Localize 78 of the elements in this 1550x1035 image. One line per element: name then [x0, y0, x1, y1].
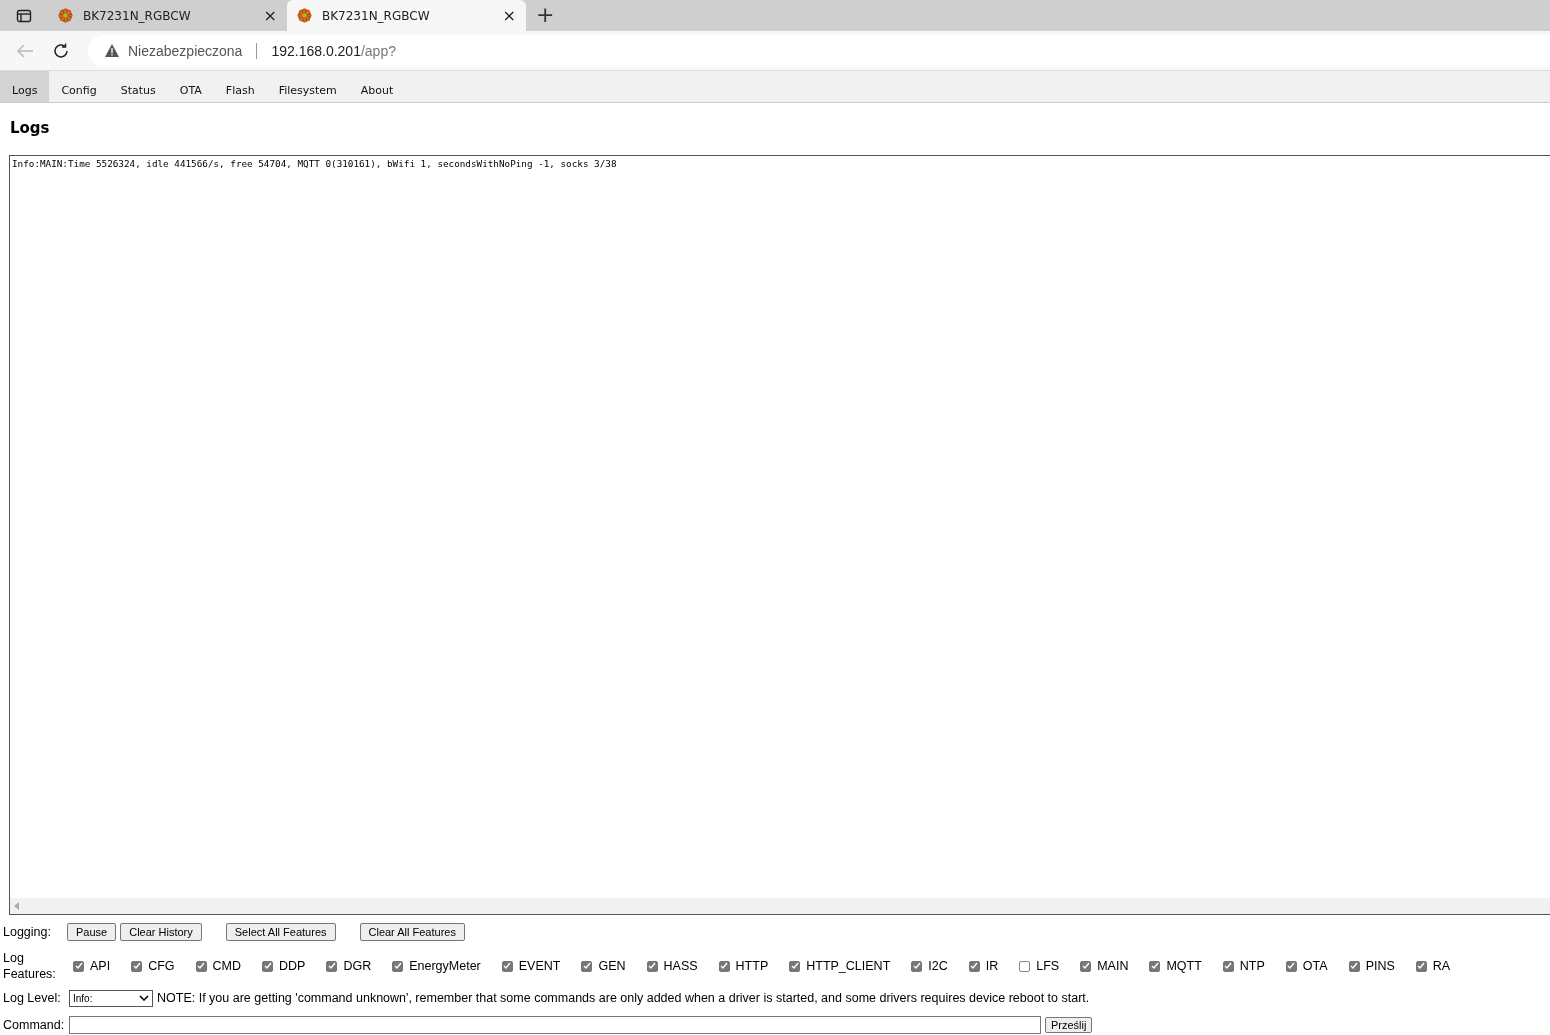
browser-tab[interactable]: BK7231N_RGBCW ×: [287, 0, 526, 31]
checkbox[interactable]: [326, 960, 338, 972]
checkbox[interactable]: [1019, 960, 1031, 972]
new-tab-button[interactable]: +: [526, 0, 565, 31]
tab-title: BK7231N_RGBCW: [322, 8, 431, 23]
address-bar[interactable]: Niezabezpieczona 192.168.0.201/app?: [88, 34, 1550, 67]
note-text: NOTE: If you are getting 'command unknown', remember that some commands are only added when a driver is started, and some drivers requires device reboot to start.: [157, 991, 1090, 1005]
feature-checkbox[interactable]: CMD: [195, 959, 241, 973]
feature-checkbox[interactable]: CFG: [131, 959, 175, 973]
flower-icon: [58, 8, 73, 23]
close-button[interactable]: ×: [263, 6, 277, 25]
security-label: Niezabezpieczona: [128, 42, 243, 59]
warning-icon: [104, 43, 120, 58]
app-tab[interactable]: Config: [49, 71, 109, 102]
submit-button[interactable]: Prześlij: [1045, 1017, 1093, 1033]
command-label: Command:: [3, 1018, 66, 1032]
logging-label: Logging:: [3, 925, 52, 939]
checkbox[interactable]: [968, 960, 980, 972]
checkbox[interactable]: [646, 960, 658, 972]
feature-checkbox[interactable]: I2C: [911, 959, 948, 973]
feature-checkbox[interactable]: DGR: [326, 959, 372, 973]
feature-checkbox[interactable]: DDP: [262, 959, 306, 973]
action-button[interactable]: Pause: [67, 923, 117, 941]
checkbox[interactable]: [911, 960, 923, 972]
checkbox[interactable]: [262, 960, 273, 972]
flower-icon: [297, 8, 312, 23]
checkbox[interactable]: [501, 960, 513, 972]
checkbox[interactable]: [1222, 960, 1234, 972]
checkbox[interactable]: [195, 960, 207, 972]
feature-checkbox[interactable]: LFS: [1019, 959, 1060, 973]
checkbox[interactable]: [1415, 960, 1427, 972]
sidebar-toggle-icon[interactable]: [16, 8, 32, 24]
log-level-label: Log Level:: [3, 991, 62, 1005]
feature-checkbox[interactable]: HASS: [646, 959, 698, 973]
checkbox[interactable]: [718, 960, 730, 972]
checkbox[interactable]: [1285, 960, 1297, 972]
feature-checkbox[interactable]: NTP: [1222, 959, 1265, 973]
checkbox[interactable]: [392, 960, 404, 972]
app-tab[interactable]: About: [348, 71, 406, 102]
action-button[interactable]: Clear All Features: [359, 923, 465, 941]
log-features-label: Log Features:: [3, 950, 57, 982]
app-tab[interactable]: Status: [108, 71, 168, 102]
checkbox[interactable]: [581, 960, 593, 972]
feature-checkbox[interactable]: HTTP_CLIENT: [789, 959, 891, 973]
log-level-dropdown[interactable]: Info:: [69, 989, 153, 1007]
action-button[interactable]: Clear History: [120, 923, 202, 941]
chevron-down-icon: [139, 995, 149, 1001]
reload-icon[interactable]: [52, 41, 70, 60]
app-tab[interactable]: OTA: [167, 71, 214, 102]
feature-checkbox[interactable]: RA: [1415, 959, 1451, 973]
checkbox[interactable]: [1080, 960, 1092, 972]
feature-checkbox[interactable]: IR: [968, 959, 999, 973]
feature-checkbox[interactable]: API: [73, 959, 111, 973]
command-field[interactable]: [69, 1016, 1041, 1034]
close-button[interactable]: ×: [502, 6, 516, 25]
feature-checkbox[interactable]: GEN: [581, 959, 626, 973]
feature-checkbox[interactable]: OTA: [1285, 959, 1328, 973]
action-button[interactable]: Select All Features: [225, 923, 336, 941]
checkbox[interactable]: [73, 960, 84, 972]
page-heading: Logs: [9, 118, 51, 139]
feature-checkbox[interactable]: PINS: [1348, 959, 1395, 973]
feature-checkbox[interactable]: HTTP: [718, 959, 769, 973]
app-tab[interactable]: Logs: [0, 71, 50, 102]
checkbox[interactable]: [1348, 960, 1360, 972]
checkbox[interactable]: [789, 960, 801, 972]
log-line: Info:MAIN:Time 5526324, idle 441566/s, free 54704, MQTT 0(310161), bWifi 1, secondsWithNoPing -1, socks 3/38: [12, 158, 618, 169]
app-tab[interactable]: Flash: [213, 71, 267, 102]
horizontal-scrollbar[interactable]: [10, 898, 1550, 914]
url-text: 192.168.0.201/app?: [271, 42, 396, 59]
browser-tab[interactable]: BK7231N_RGBCW ×: [48, 0, 287, 31]
feature-checkbox[interactable]: EnergyMeter: [392, 959, 481, 973]
checkbox[interactable]: [1149, 960, 1161, 972]
feature-checkbox[interactable]: MQTT: [1149, 959, 1202, 973]
tab-title: BK7231N_RGBCW: [83, 8, 192, 23]
checkbox[interactable]: [131, 960, 143, 972]
feature-checkbox[interactable]: EVENT: [501, 959, 561, 973]
feature-checkbox[interactable]: MAIN: [1080, 959, 1129, 973]
app-tab[interactable]: Filesystem: [266, 71, 349, 102]
